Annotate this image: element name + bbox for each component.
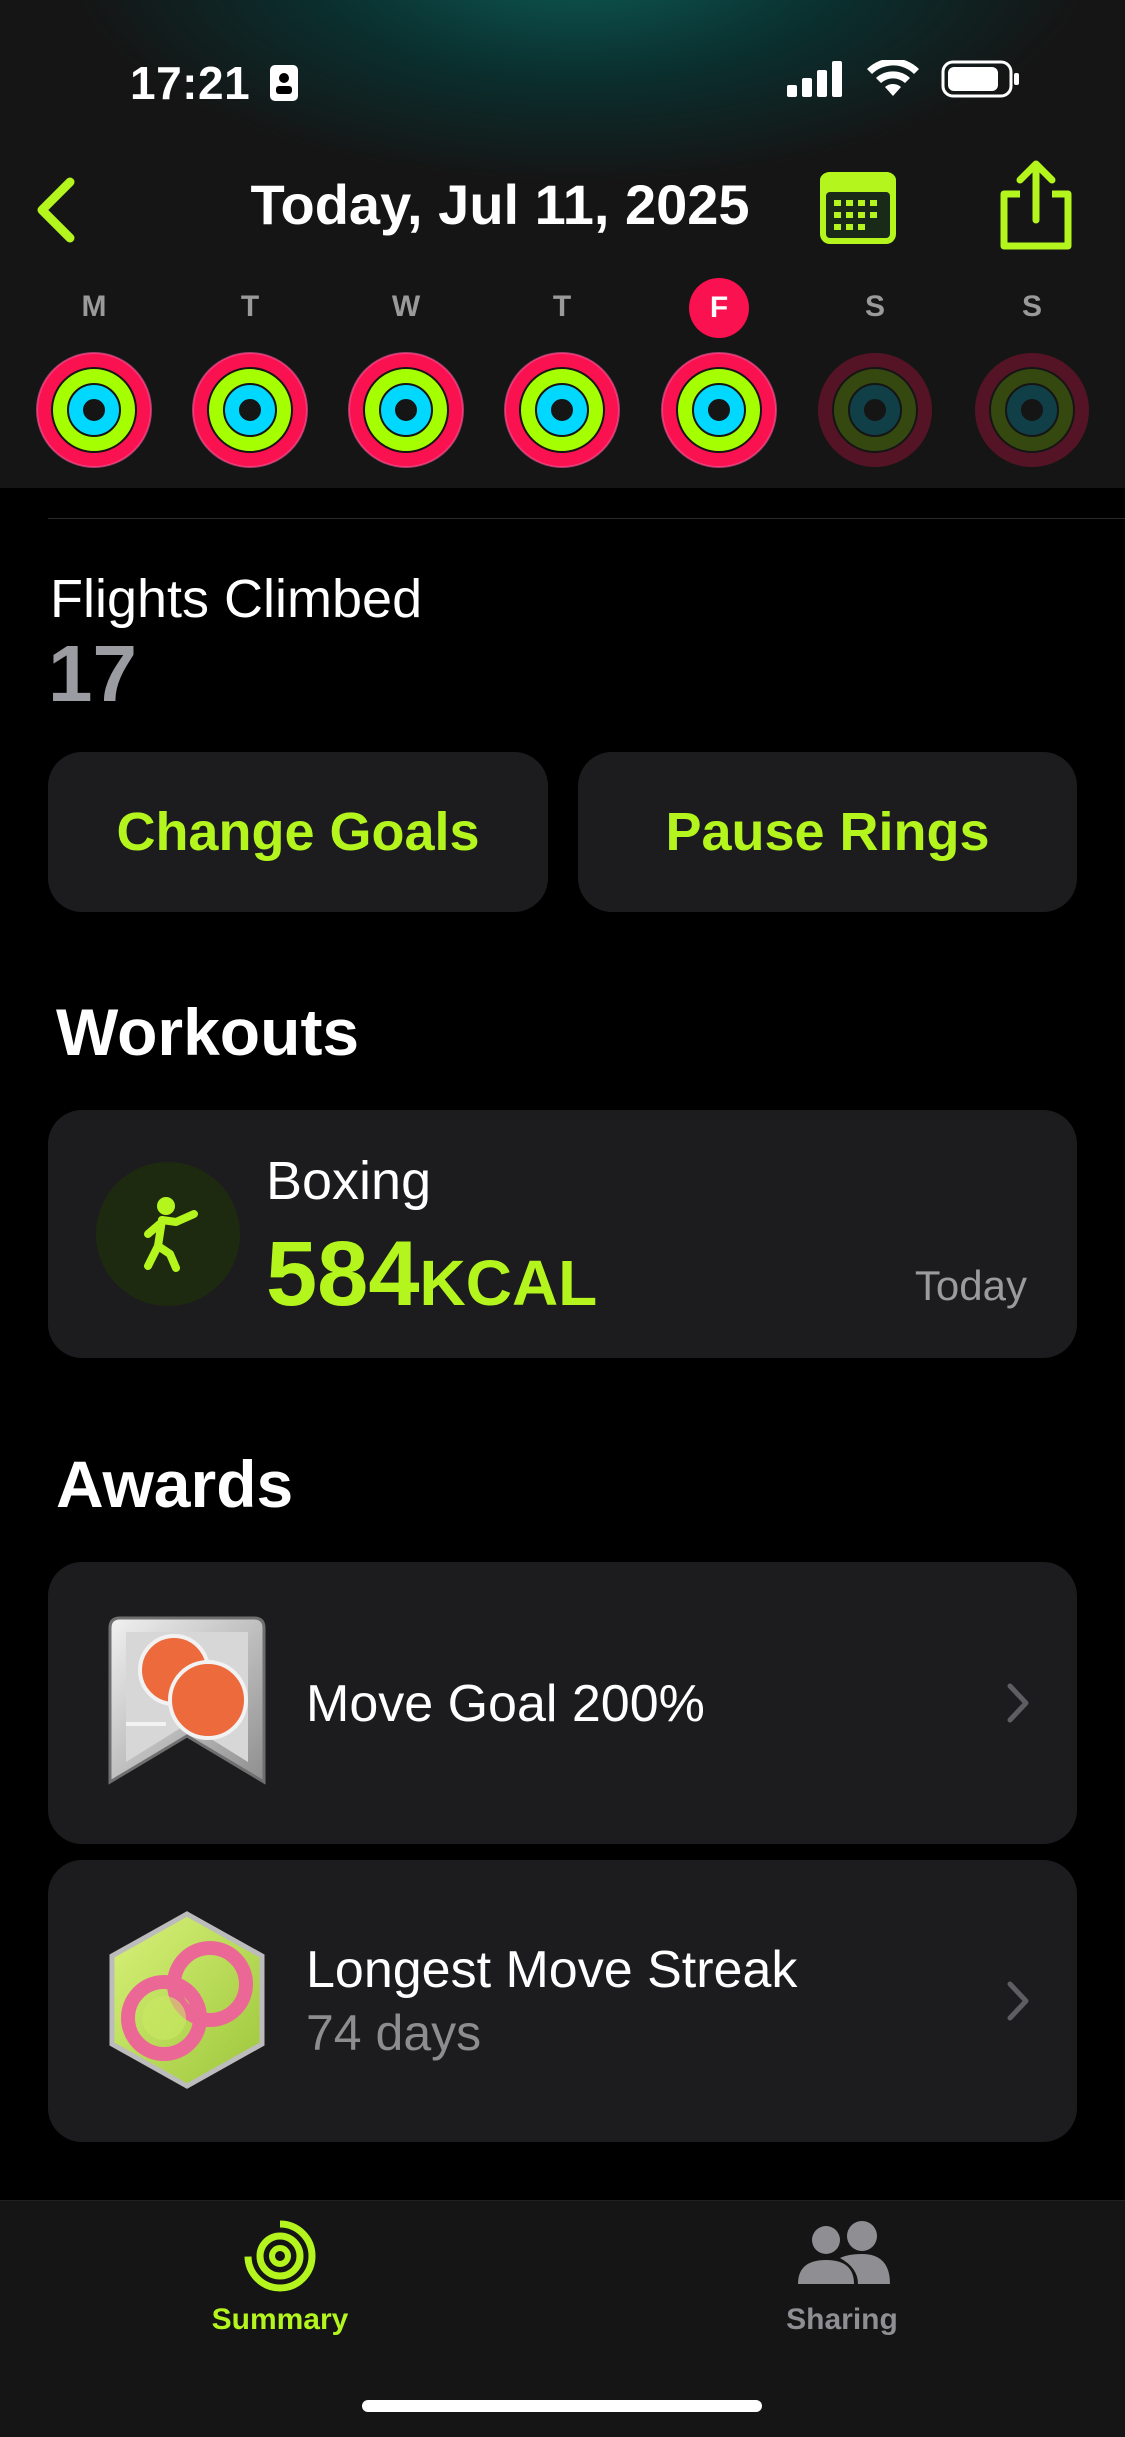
share-icon[interactable] (998, 160, 1074, 250)
workouts-heading: Workouts (56, 995, 360, 1069)
activity-ring-day[interactable] (344, 348, 468, 472)
day-letter: S (1021, 290, 1042, 323)
award-title: Move Goal 200% (306, 1675, 705, 1733)
pause-rings-button[interactable]: Pause Rings (578, 752, 1077, 912)
today-badge: F (689, 278, 749, 338)
day-letter: W (391, 290, 421, 323)
activity-ring-day[interactable] (657, 348, 781, 472)
status-icons (787, 60, 1021, 98)
battery-icon (941, 60, 1019, 98)
activity-ring-day[interactable] (188, 348, 312, 472)
workout-name: Boxing (266, 1151, 432, 1211)
tab-sharing-label: Sharing (786, 2303, 898, 2336)
boxing-icon (96, 1162, 240, 1306)
tab-summary-label: Summary (211, 2303, 349, 2336)
activity-ring-day[interactable] (500, 348, 624, 472)
flights-climbed-label: Flights Climbed (50, 569, 423, 629)
activity-ring-day[interactable] (813, 348, 937, 472)
day-letter: S (864, 290, 885, 323)
change-goals-button[interactable]: Change Goals (48, 752, 548, 912)
activity-ring-day[interactable] (32, 348, 156, 472)
cellular-signal-icon (787, 61, 842, 97)
tab-summary[interactable]: Summary (200, 2218, 360, 2337)
award-subtitle: 74 days (306, 2005, 482, 2061)
wifi-icon (867, 60, 919, 96)
move-goal-badge-icon (108, 1616, 266, 1785)
workout-calories-value: 584 (266, 1223, 420, 1325)
workout-calories: 584KCAL (266, 1222, 597, 1327)
workout-calories-unit: KCAL (419, 1247, 598, 1319)
awards-heading: Awards (56, 1447, 294, 1521)
chevron-right-icon (1007, 1683, 1029, 1723)
status-time: 17:21 (130, 56, 299, 110)
chevron-right-icon (1007, 1981, 1029, 2021)
id-card-icon (270, 65, 299, 101)
day-letter: T (240, 290, 260, 323)
people-icon (798, 2221, 890, 2284)
calendar-icon[interactable] (820, 172, 896, 244)
activity-rings-icon (244, 2220, 316, 2292)
divider (48, 518, 1125, 519)
flights-climbed-value: 17 (48, 629, 137, 718)
award-title: Longest Move Streak (306, 1941, 798, 1999)
home-indicator[interactable] (362, 2400, 762, 2412)
day-letter: T (552, 290, 572, 323)
day-letter: M (81, 290, 107, 323)
tab-sharing[interactable]: Sharing (762, 2218, 922, 2337)
workout-date: Today (914, 1262, 1027, 1309)
day-letter: F (679, 278, 759, 338)
move-streak-badge-icon (109, 1911, 265, 2089)
activity-ring-day[interactable] (970, 348, 1094, 472)
